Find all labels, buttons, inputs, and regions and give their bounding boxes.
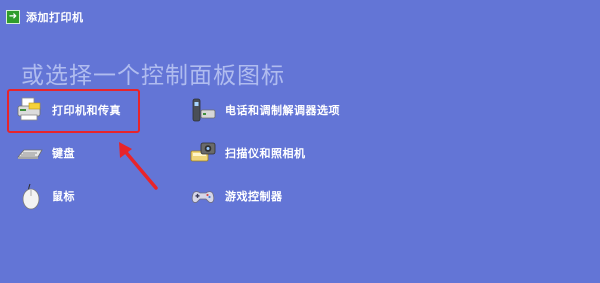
keyboard-icon bbox=[17, 149, 43, 159]
keyboard-item[interactable]: 键盘 bbox=[16, 138, 75, 168]
mouse-icon bbox=[22, 183, 40, 210]
game-controller-icon bbox=[191, 191, 215, 203]
pick-icon-heading: 或选择一个控制面板图标 bbox=[21, 63, 285, 89]
mouse-item[interactable]: 鼠标 bbox=[16, 181, 75, 211]
add-printer-link[interactable]: ➜ 添加打印机 bbox=[6, 9, 84, 25]
keyboard-label: 键盘 bbox=[52, 147, 75, 160]
game-controllers-item[interactable]: 游戏控制器 bbox=[189, 181, 283, 211]
add-printer-label: 添加打印机 bbox=[26, 11, 84, 24]
annotation-arrow-icon bbox=[119, 142, 158, 190]
phone-and-modem-item[interactable]: 电话和调制解调器选项 bbox=[189, 95, 340, 125]
add-printer-icon: ➜ bbox=[6, 10, 20, 24]
phone-modem-icon bbox=[192, 98, 216, 122]
scanner-camera-icon bbox=[190, 142, 216, 162]
game-controllers-label: 游戏控制器 bbox=[225, 190, 283, 203]
scanners-and-cameras-item[interactable]: 扫描仪和照相机 bbox=[189, 138, 306, 168]
scanners-and-cameras-label: 扫描仪和照相机 bbox=[225, 147, 306, 160]
mouse-label: 鼠标 bbox=[52, 190, 75, 203]
phone-and-modem-label: 电话和调制解调器选项 bbox=[225, 104, 340, 117]
printers-and-faxes-item[interactable]: 打印机和传真 bbox=[16, 95, 121, 125]
printers-and-faxes-label: 打印机和传真 bbox=[52, 104, 121, 117]
printer-fax-icon bbox=[17, 97, 41, 121]
